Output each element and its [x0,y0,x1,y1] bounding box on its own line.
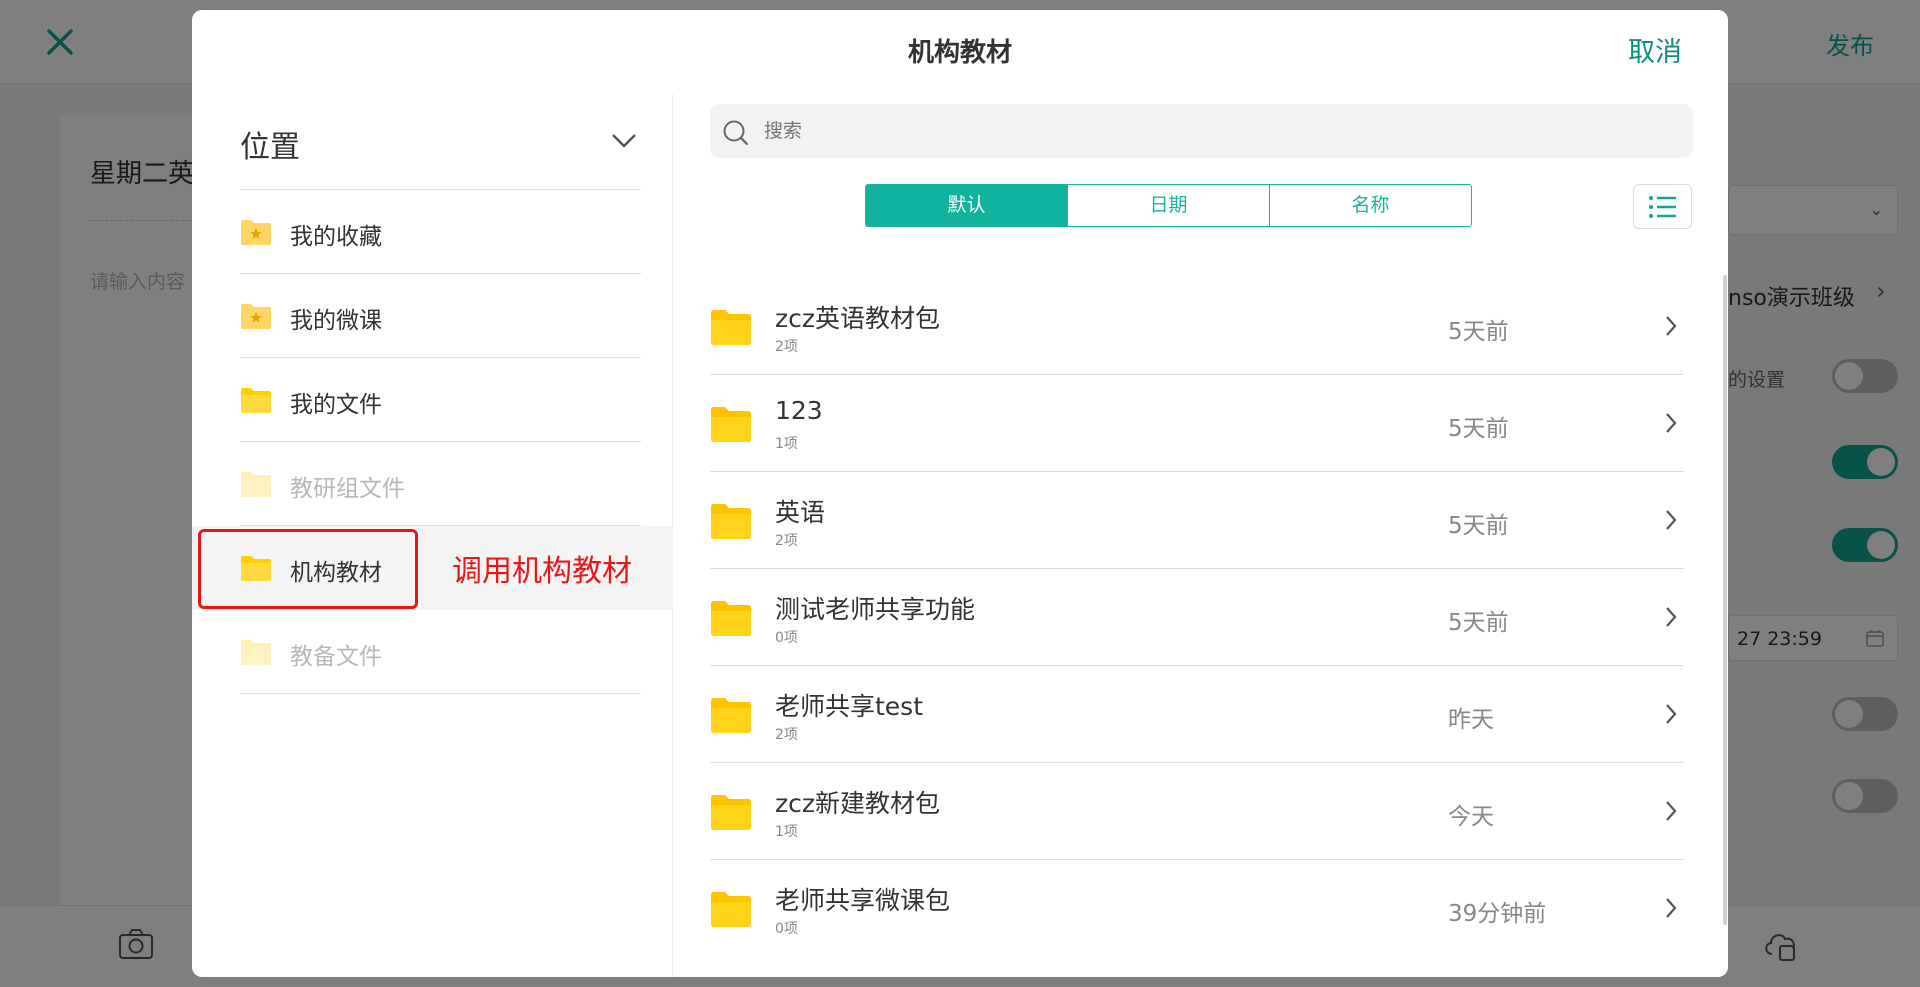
file-date: 5天前 [1448,513,1509,539]
chevron-right-icon [1666,316,1677,336]
chevron-right-icon [1666,801,1677,821]
location-item-my-files[interactable]: 我的文件 [192,358,673,442]
location-item-favorites[interactable]: 我的收藏 [192,190,673,274]
folder-icon [711,504,751,539]
scrollbar[interactable] [1723,275,1727,925]
folder-icon [711,310,751,345]
location-item-label: 教备文件 [290,644,382,670]
sort-segmented-control: 默认 日期 名称 [865,184,1472,227]
annotation-highlight-box [198,529,418,609]
chevron-right-icon [1666,413,1677,433]
sort-tab-default[interactable]: 默认 [866,185,1067,226]
list-view-icon [1649,196,1676,218]
folder-icon [711,698,751,733]
folder-icon [711,407,751,442]
file-row[interactable]: 老师共享微课包 0项 39分钟前 [710,860,1684,957]
file-date: 5天前 [1448,416,1509,442]
cancel-button[interactable]: 取消 [1628,30,1682,69]
file-row[interactable]: zcz新建教材包 1项 今天 [710,763,1684,860]
search-icon [723,120,749,146]
location-item-label: 我的微课 [290,308,382,334]
file-picker-dialog: 机构教材 取消 位置 我的收藏 我的微课 我的文件 教研组文件 机构教材 调用机… [192,10,1728,977]
chevron-down-icon[interactable] [610,132,638,150]
file-name: 123 [775,396,823,425]
folder-star-icon [241,220,271,245]
sort-tab-date[interactable]: 日期 [1067,185,1269,226]
file-date: 5天前 [1448,319,1509,345]
location-item-label: 教研组文件 [290,476,405,502]
file-name: zcz新建教材包 [775,789,940,818]
location-item-research-group: 教研组文件 [192,442,673,526]
file-name: 测试老师共享功能 [775,595,976,624]
chevron-right-icon [1666,704,1677,724]
search-input[interactable] [764,104,1664,158]
chevron-right-icon [1666,898,1677,918]
folder-icon [711,892,751,927]
file-count: 0项 [775,630,798,646]
file-date: 昨天 [1448,707,1494,733]
file-count: 1项 [775,824,798,840]
file-count: 0项 [775,921,798,937]
location-pane: 位置 我的收藏 我的微课 我的文件 教研组文件 机构教材 调用机构教材 教备文件 [192,94,673,977]
folder-icon [241,472,271,497]
file-name: zcz英语教材包 [775,304,940,333]
location-item-lesson-prep: 教备文件 [192,610,673,694]
folder-star-icon [241,304,271,329]
file-count: 1项 [775,436,798,452]
location-item-micro-lessons[interactable]: 我的微课 [192,274,673,358]
file-count: 2项 [775,533,798,549]
file-list: zcz英语教材包 2项 5天前 123 1项 5天前 英语 2项 5天前 测试老… [710,278,1684,968]
folder-icon [241,388,271,413]
file-row[interactable]: 测试老师共享功能 0项 5天前 [710,569,1684,666]
file-date: 今天 [1448,804,1494,830]
file-date: 39分钟前 [1448,901,1547,927]
file-count: 2项 [775,339,798,355]
location-header: 位置 [240,130,300,165]
dialog-title: 机构教材 [907,38,1012,68]
list-view-button[interactable] [1633,184,1692,229]
location-item-label: 我的收藏 [290,224,382,250]
chevron-right-icon [1666,510,1677,530]
file-name: 老师共享微课包 [775,886,951,915]
folder-icon [241,640,271,665]
file-count: 2项 [775,727,798,743]
file-row[interactable]: 123 1项 5天前 [710,375,1684,472]
location-item-label: 我的文件 [290,392,382,418]
file-row[interactable]: zcz英语教材包 2项 5天前 [710,278,1684,375]
file-row[interactable]: 老师共享test 2项 昨天 [710,666,1684,763]
chevron-right-icon [1666,607,1677,627]
location-item-institution-materials[interactable]: 机构教材 调用机构教材 [192,526,673,610]
folder-icon [711,601,751,636]
file-date: 5天前 [1448,610,1509,636]
folder-icon [711,795,751,830]
sort-tab-name[interactable]: 名称 [1269,185,1471,226]
search-bar[interactable] [710,104,1693,158]
file-name: 老师共享test [775,692,924,721]
file-row[interactable]: 英语 2项 5天前 [710,472,1684,569]
annotation-text: 调用机构教材 [452,554,632,589]
file-browser-pane: 默认 日期 名称 zcz英语教材包 2项 5天前 123 [674,94,1728,977]
file-name: 英语 [775,498,826,527]
